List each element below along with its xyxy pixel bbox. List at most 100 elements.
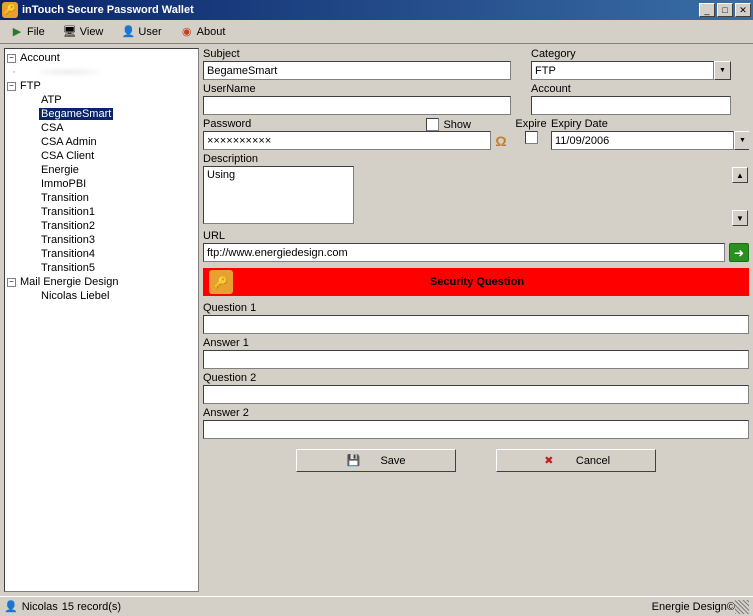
expirydate-input[interactable] (551, 131, 734, 150)
tree-label-ftp: FTP (18, 80, 43, 92)
question2-input[interactable] (203, 385, 749, 404)
password-label: Password (203, 118, 416, 130)
url-input[interactable] (203, 243, 725, 262)
tree-node-ftp-child[interactable]: Energie (7, 163, 196, 177)
tree-node-ftp-child[interactable]: ImmoPBI (7, 177, 196, 191)
menu-about[interactable]: ◉ About (174, 23, 232, 41)
cancel-button[interactable]: ✖ Cancel (496, 449, 656, 472)
tree-label: ATP (39, 94, 64, 106)
expire-checkbox[interactable] (525, 131, 538, 144)
tree-label: Transition3 (39, 234, 97, 246)
security-question-title: Security Question (239, 276, 749, 288)
account-label: Account (531, 83, 731, 95)
menu-file-label: File (27, 26, 45, 38)
category-select[interactable] (531, 61, 714, 80)
tree-node-ftp-child[interactable]: BegameSmart (7, 107, 196, 121)
chevron-down-icon[interactable]: ▼ (734, 131, 749, 150)
tree-label: Transition1 (39, 206, 97, 218)
go-arrow-icon[interactable]: ➜ (729, 243, 749, 262)
expire-label: Expire (515, 118, 546, 130)
tree-node-ftp[interactable]: − FTP (7, 79, 196, 93)
username-input[interactable] (203, 96, 511, 115)
tree-label: CSA (39, 122, 66, 134)
tree-node-ftp-child[interactable]: Transition (7, 191, 196, 205)
show-label: Show (443, 119, 471, 131)
subject-input[interactable] (203, 61, 511, 80)
cancel-button-label: Cancel (576, 455, 610, 467)
statusbar: 👤 Nicolas 15 record(s) Energie Design© (0, 596, 753, 616)
tree-node-ftp-child[interactable]: CSA Client (7, 149, 196, 163)
main-content: − Account · − FTP ATPBegameSmartCSACSA A… (0, 44, 753, 596)
status-user: Nicolas (22, 601, 58, 613)
description-input[interactable] (203, 166, 354, 224)
collapse-icon[interactable]: − (7, 82, 16, 91)
tree-node-ftp-child[interactable]: Transition1 (7, 205, 196, 219)
tree-label: Transition2 (39, 220, 97, 232)
tree-node-ftp-child[interactable]: CSA Admin (7, 135, 196, 149)
menu-view[interactable]: 🖥 View (57, 23, 110, 41)
collapse-icon[interactable]: − (7, 278, 16, 287)
tree-label-mail: Mail Energie Design (18, 276, 120, 288)
user-icon: 👤 (4, 600, 18, 613)
answer1-label: Answer 1 (203, 337, 749, 349)
chevron-down-icon[interactable]: ▼ (714, 61, 731, 80)
tree-label: ImmoPBI (39, 178, 88, 190)
tree-node-ftp-child[interactable]: ATP (7, 93, 196, 107)
form-panel: Subject Category ▼ UserName Account (203, 48, 749, 592)
answer2-label: Answer 2 (203, 407, 749, 419)
app-icon: 🔑 (2, 2, 18, 18)
save-button[interactable]: 💾 Save (296, 449, 456, 472)
password-input[interactable] (203, 131, 491, 150)
close-button[interactable]: ✕ (735, 3, 751, 17)
answer2-input[interactable] (203, 420, 749, 439)
description-label: Description (203, 153, 749, 165)
tree-label-mail-child: Nicolas Liebel (39, 290, 111, 302)
cancel-icon: ✖ (542, 454, 556, 468)
account-input[interactable] (531, 96, 731, 115)
titlebar: 🔑 inTouch Secure Password Wallet _ □ ✕ (0, 0, 753, 20)
key-icon: 🔑 (209, 270, 233, 294)
security-question-header: 🔑 Security Question (203, 268, 749, 296)
tree-node-mail-child[interactable]: Nicolas Liebel (7, 289, 196, 303)
user-icon: 👤 (121, 25, 135, 39)
save-button-label: Save (380, 455, 405, 467)
redacted-item (39, 68, 99, 76)
url-label: URL (203, 230, 749, 242)
menubar: ▶ File 🖥 View 👤 User ◉ About (0, 20, 753, 44)
tree-label: Transition5 (39, 262, 97, 274)
tree-node-account[interactable]: − Account (7, 51, 196, 65)
collapse-icon[interactable]: − (7, 54, 16, 63)
answer1-input[interactable] (203, 350, 749, 369)
status-copyright: Energie Design© (652, 601, 735, 613)
tree-label: CSA Admin (39, 136, 99, 148)
resize-grip[interactable] (735, 600, 749, 614)
tree-node-ftp-child[interactable]: CSA (7, 121, 196, 135)
status-records: 15 record(s) (62, 601, 121, 613)
about-icon: ◉ (180, 25, 194, 39)
category-label: Category (531, 48, 731, 60)
tree-node-ftp-child[interactable]: Transition5 (7, 261, 196, 275)
question2-label: Question 2 (203, 372, 749, 384)
tree-node-mail[interactable]: − Mail Energie Design (7, 275, 196, 289)
expirydate-label: Expiry Date (551, 118, 749, 130)
menu-file[interactable]: ▶ File (4, 23, 51, 41)
omega-icon[interactable]: Ω (491, 131, 511, 150)
question1-input[interactable] (203, 315, 749, 334)
subject-label: Subject (203, 48, 511, 60)
window-title: inTouch Secure Password Wallet (22, 4, 699, 16)
minimize-button[interactable]: _ (699, 3, 715, 17)
scroll-up-icon[interactable]: ▲ (732, 167, 748, 183)
play-icon: ▶ (10, 25, 24, 39)
show-checkbox[interactable] (426, 118, 439, 131)
tree-node-ftp-child[interactable]: Transition2 (7, 219, 196, 233)
tree-node-ftp-child[interactable]: Transition4 (7, 247, 196, 261)
scroll-down-icon[interactable]: ▼ (732, 210, 748, 226)
tree-node-ftp-child[interactable]: Transition3 (7, 233, 196, 247)
menu-user[interactable]: 👤 User (115, 23, 167, 41)
menu-user-label: User (138, 26, 161, 38)
tree-label-account: Account (18, 52, 62, 64)
tree-label: BegameSmart (39, 108, 113, 120)
maximize-button[interactable]: □ (717, 3, 733, 17)
menu-view-label: View (80, 26, 104, 38)
tree-panel[interactable]: − Account · − FTP ATPBegameSmartCSACSA A… (4, 48, 199, 592)
